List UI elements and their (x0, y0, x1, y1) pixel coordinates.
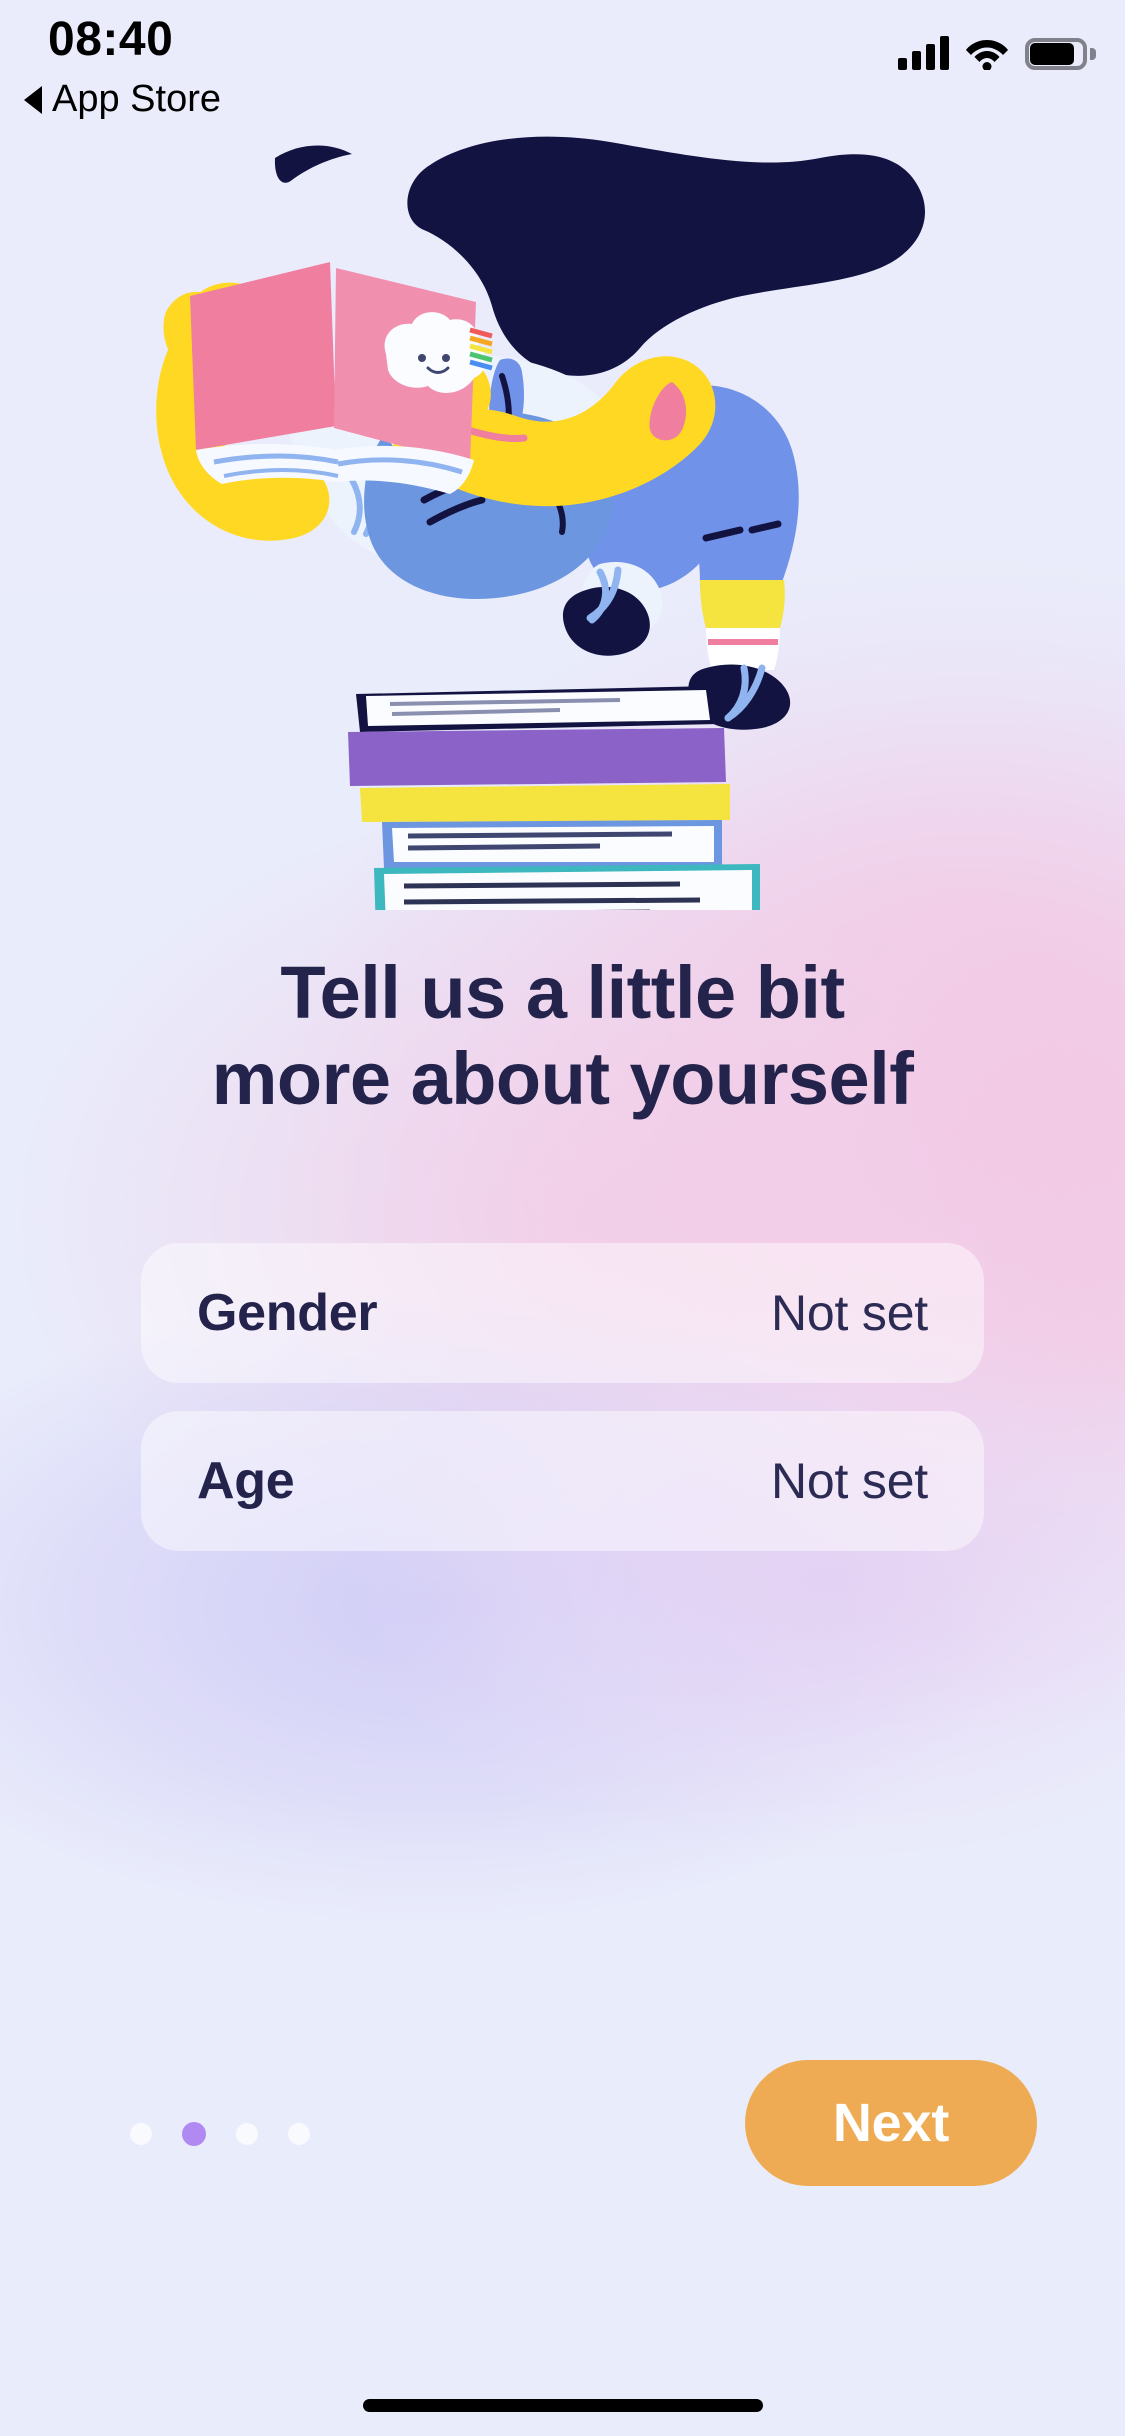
status-bar-indicators (898, 28, 1096, 71)
onboarding-illustration (0, 120, 1125, 910)
gender-field-value: Not set (771, 1285, 928, 1341)
pagination-dot-1[interactable] (130, 2123, 152, 2145)
age-field-value: Not set (771, 1453, 928, 1509)
onboarding-screen: 08:40 App Store Tell us a little bit mor… (0, 0, 1125, 2436)
illustration-book-stack (348, 686, 760, 910)
pagination-dot-3[interactable] (236, 2123, 258, 2145)
triangle-left-icon (24, 85, 42, 114)
back-link-label: App Store (52, 78, 221, 120)
page-title-line-1: Tell us a little bit (280, 951, 845, 1034)
page-title-line-2: more about yourself (211, 1036, 914, 1120)
illustration-book (190, 262, 493, 494)
age-field-label: Age (197, 1452, 295, 1510)
gender-field-row[interactable]: Gender Not set (141, 1243, 984, 1383)
page-title: Tell us a little bit more about yourself (0, 950, 1125, 1122)
age-field-row[interactable]: Age Not set (141, 1411, 984, 1551)
cellular-signal-icon (898, 36, 949, 70)
battery-full-icon (1025, 38, 1096, 70)
bottom-bar: Next (0, 2060, 1125, 2240)
next-button[interactable]: Next (745, 2060, 1037, 2186)
gender-field-label: Gender (197, 1284, 378, 1342)
profile-fields-list: Gender Not set Age Not set (141, 1243, 984, 1579)
pagination-dot-2-active[interactable] (182, 2122, 206, 2146)
status-bar: 08:40 App Store (0, 0, 1125, 132)
status-bar-time: 08:40 (48, 13, 174, 66)
pagination-dot-4[interactable] (288, 2123, 310, 2145)
wifi-icon (965, 36, 1009, 71)
back-to-app-store-link[interactable]: App Store (24, 78, 221, 121)
home-indicator[interactable] (362, 2399, 763, 2412)
pagination-dots (130, 2122, 310, 2146)
